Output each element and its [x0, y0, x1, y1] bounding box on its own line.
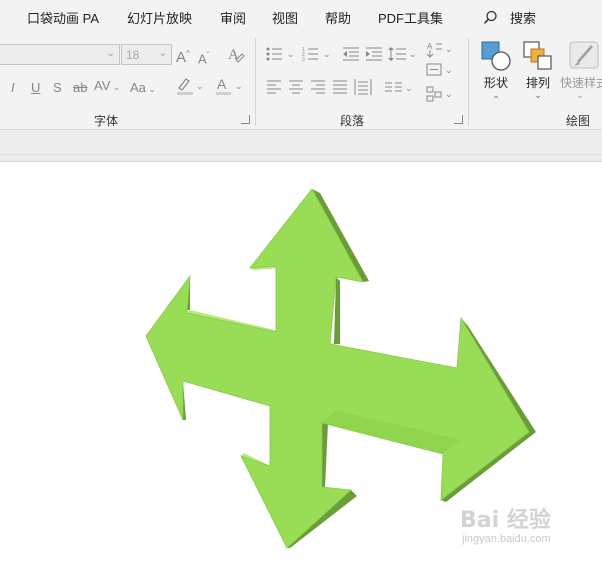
drawing-group-label: 绘图 — [566, 114, 591, 128]
quick-styles-button[interactable]: 快速样式 ⌄ — [558, 38, 602, 108]
arrow-main-face — [145, 188, 530, 549]
watermark: Bai 经验 jingyan.baidu.com — [460, 500, 590, 550]
ribbon: ⌄ 18 ⌄ A^ Aˇ A I U S ab AV ⌄ Aa ⌄ ⌄ A ⌄ 字… — [0, 34, 602, 130]
chevron-down-icon: ⌄ — [534, 90, 542, 100]
columns-icon[interactable]: ⌄ — [384, 80, 414, 94]
menu-pocket-animation[interactable]: 口袋动画 PA — [27, 8, 99, 27]
char-spacing-label: AV — [94, 78, 111, 93]
font-color-icon[interactable]: A ⌄ — [215, 76, 243, 96]
distributed-align-icon[interactable] — [354, 78, 372, 96]
menu-help[interactable]: 帮助 — [325, 8, 351, 27]
svg-text:⌄: ⌄ — [405, 83, 413, 93]
shapes-button[interactable]: 形状 ⌄ — [474, 38, 518, 108]
italic-icon[interactable]: I — [11, 80, 15, 96]
char-spacing-button[interactable]: AV ⌄ — [94, 78, 120, 95]
underline-icon[interactable]: U — [31, 80, 40, 96]
paragraph-group-label: 段落 — [340, 114, 365, 128]
strip-divider — [0, 154, 602, 155]
decrease-indent-icon[interactable] — [342, 46, 360, 62]
chevron-down-icon: ⌄ — [492, 90, 500, 100]
convert-smartart-icon[interactable]: ⌄ — [426, 86, 456, 102]
shapes-icon — [481, 41, 511, 71]
chevron-down-icon: ⌄ — [158, 48, 167, 59]
font-dialog-launcher-icon[interactable] — [241, 115, 250, 124]
shapes-label: 形状 — [483, 76, 508, 90]
strikethrough-icon[interactable]: ab — [73, 80, 87, 96]
quick-styles-label: 快速样式 — [560, 76, 602, 90]
font-name-combo[interactable]: ⌄ — [0, 44, 120, 65]
svg-text:A: A — [217, 76, 227, 92]
arrange-button[interactable]: 排列 ⌄ — [516, 38, 560, 108]
arrange-icon — [523, 41, 552, 70]
align-text-icon[interactable]: ⌄ — [426, 62, 456, 78]
quick-styles-icon — [569, 41, 599, 69]
shrink-font-icon[interactable]: Aˇ — [198, 48, 209, 67]
chevron-down-icon: ⌄ — [110, 82, 121, 92]
font-group-label: 字体 — [94, 114, 119, 128]
align-left-icon[interactable] — [266, 80, 282, 94]
watermark-brand: Bai 经验 — [460, 508, 551, 533]
menu-bar: 口袋动画 PA 幻灯片放映 审阅 视图 帮助 PDF工具集 搜索 — [0, 0, 602, 34]
svg-text:⌄: ⌄ — [287, 49, 295, 59]
svg-text:A: A — [427, 42, 433, 51]
line-spacing-icon[interactable]: ⌄ — [388, 46, 418, 62]
menu-pdf-tools[interactable]: PDF工具集 — [378, 8, 443, 27]
clear-formatting-icon[interactable]: A — [227, 44, 245, 64]
svg-text:⌄: ⌄ — [196, 81, 204, 91]
change-case-label: Aa — [130, 80, 146, 95]
paragraph-dialog-launcher-icon[interactable] — [454, 115, 463, 124]
menu-slideshow[interactable]: 幻灯片放映 — [127, 8, 192, 27]
svg-text:⌄: ⌄ — [323, 49, 331, 59]
align-right-icon[interactable] — [310, 80, 326, 94]
svg-text:⌄: ⌄ — [445, 65, 453, 75]
grow-font-icon[interactable]: A^ — [176, 46, 190, 66]
bullets-icon[interactable]: ⌄ — [266, 46, 296, 62]
highlight-color-icon[interactable]: ⌄ — [176, 76, 204, 96]
svg-text:⌄: ⌄ — [445, 89, 453, 99]
arrange-label: 排列 — [525, 76, 550, 90]
font-size-combo[interactable]: 18 ⌄ — [121, 44, 172, 65]
font-size-value: 18 — [126, 48, 140, 62]
justify-icon[interactable] — [332, 80, 348, 94]
svg-text:A: A — [228, 47, 239, 63]
watermark-url: jingyan.baidu.com — [462, 533, 551, 545]
chevron-down-icon: ⌄ — [106, 48, 115, 59]
menu-search[interactable]: 搜索 — [510, 8, 536, 27]
group-separator — [468, 38, 469, 126]
group-separator — [255, 38, 256, 126]
menu-review[interactable]: 审阅 — [220, 8, 246, 27]
menu-view[interactable]: 视图 — [272, 8, 298, 27]
svg-text:⌄: ⌄ — [445, 44, 453, 54]
text-direction-icon[interactable]: A ⌄ — [426, 40, 456, 58]
increase-indent-icon[interactable] — [365, 46, 383, 62]
chevron-down-icon: ⌄ — [145, 84, 156, 94]
text-shadow-icon[interactable]: S — [53, 80, 62, 96]
search-icon[interactable] — [483, 10, 498, 25]
align-center-icon[interactable] — [288, 80, 304, 94]
ruler-strip — [0, 130, 602, 162]
change-case-button[interactable]: Aa ⌄ — [130, 80, 156, 97]
svg-text:⌄: ⌄ — [409, 49, 417, 59]
numbering-icon[interactable]: 1 2 3 ⌄ — [302, 46, 332, 62]
chevron-down-icon: ⌄ — [576, 90, 584, 100]
svg-text:3: 3 — [302, 57, 305, 62]
svg-text:⌄: ⌄ — [235, 81, 243, 91]
